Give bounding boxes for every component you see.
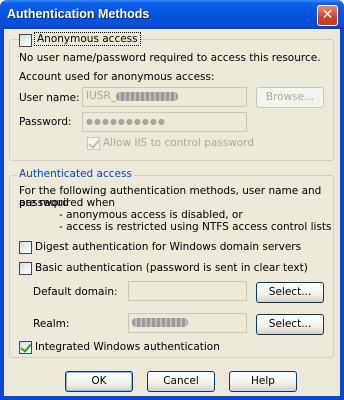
close-icon: ✕ [321, 7, 334, 23]
default-domain-field[interactable] [128, 281, 247, 301]
integrated-windows-auth-label[interactable]: Integrated Windows authentication [35, 341, 220, 353]
auth-bullet-2: - access is restricted using NTFS access… [59, 221, 332, 233]
auth-bullet-1: - anonymous access is disabled, or [59, 209, 243, 221]
default-domain-select-button[interactable]: Select... [256, 282, 324, 303]
basic-auth-label[interactable]: Basic authentication (password is sent i… [35, 262, 308, 274]
username-label: User name: [19, 92, 80, 104]
browse-button[interactable]: Browse... [256, 87, 324, 108]
anonymous-description: No user name/password required to access… [19, 52, 321, 64]
dialog-window: Authentication Methods ✕ Anonymous acces… [0, 0, 344, 400]
realm-label: Realm: [33, 318, 70, 330]
auth-description-line2: are required when [19, 197, 116, 209]
window-title: Authentication Methods [7, 7, 150, 21]
anonymous-account-caption: Account used for anonymous access: [19, 71, 215, 83]
integrated-windows-auth-checkbox[interactable] [19, 341, 32, 354]
digest-auth-label[interactable]: Digest authentication for Windows domain… [35, 241, 301, 253]
anonymous-access-label[interactable]: Anonymous access [34, 32, 141, 46]
ok-button[interactable]: OK [65, 371, 133, 392]
anonymous-access-checkbox[interactable] [19, 34, 32, 47]
username-field[interactable]: IUSR_ [82, 87, 247, 107]
password-label: Password: [19, 116, 72, 128]
redacted-username [116, 91, 178, 101]
allow-iis-checkbox[interactable] [87, 137, 100, 150]
allow-iis-label[interactable]: Allow IIS to control password [103, 137, 254, 149]
title-bar[interactable]: Authentication Methods ✕ [0, 0, 344, 29]
close-button[interactable]: ✕ [317, 5, 338, 26]
default-domain-label: Default domain: [33, 286, 118, 298]
dialog-body: Anonymous access No user name/password r… [4, 29, 340, 396]
help-button[interactable]: Help [229, 371, 297, 392]
basic-auth-checkbox[interactable] [19, 262, 32, 275]
digest-auth-checkbox[interactable] [19, 241, 32, 254]
redacted-realm [132, 317, 188, 327]
authenticated-access-legend: Authenticated access [17, 168, 134, 180]
password-field[interactable]: ●●●●●●●●●● [82, 112, 247, 132]
username-value: IUSR_ [86, 90, 116, 102]
cancel-button[interactable]: Cancel [147, 371, 215, 392]
realm-select-button[interactable]: Select... [256, 314, 324, 335]
realm-field[interactable] [128, 313, 247, 333]
